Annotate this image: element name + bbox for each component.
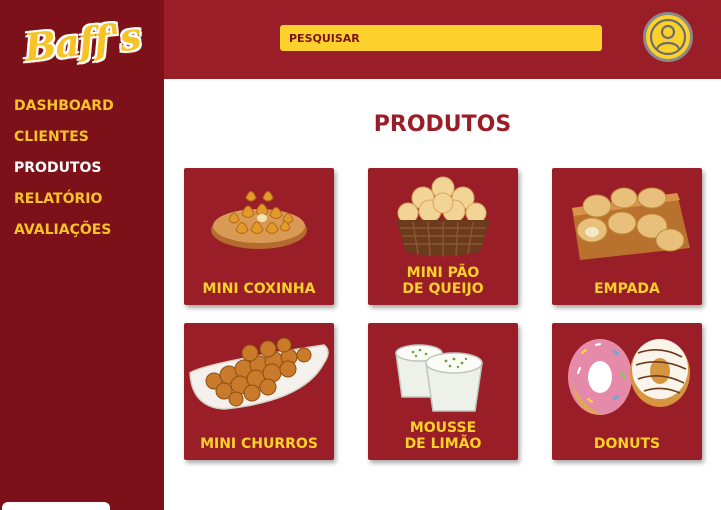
sidebar-item-clientes[interactable]: CLIENTES <box>14 127 114 158</box>
sidebar-item-dashboard[interactable]: DASHBOARD <box>14 96 114 127</box>
product-name: MINI CHURROS <box>200 436 318 452</box>
sidebar-item-avaliacoes[interactable]: AVALIAÇÕES <box>14 220 114 251</box>
donuts-image <box>568 339 690 415</box>
product-card-mini-coxinha[interactable]: MINI COXINHA <box>184 168 334 305</box>
product-card-donuts[interactable]: DONUTS <box>552 323 702 460</box>
mini-churros-image <box>189 337 329 410</box>
product-card-mini-pao-de-queijo[interactable]: MINI PÃO DE QUEIJO <box>368 168 518 305</box>
sidebar-item-produtos[interactable]: PRODUTOS <box>14 158 114 189</box>
mini-coxinha-image <box>211 191 307 249</box>
product-card-empada[interactable]: EMPADA <box>552 168 702 305</box>
mousse-de-limao-image <box>395 344 483 412</box>
product-name: MINI PÃO DE QUEIJO <box>402 265 484 297</box>
search-input[interactable]: PESQUISAR <box>280 25 602 51</box>
product-name: EMPADA <box>594 281 660 297</box>
search-placeholder: PESQUISAR <box>289 31 360 45</box>
empada-image <box>572 187 690 260</box>
logo-text: Baff's <box>21 12 143 70</box>
product-name: DONUTS <box>593 436 661 452</box>
product-card-mousse-de-limao[interactable]: MOUSSE DE LIMÃO <box>368 323 518 460</box>
sidebar: Baff's DASHBOARD CLIENTES PRODUTOS RELAT… <box>0 0 164 510</box>
top-header: PESQUISAR <box>164 0 721 79</box>
user-icon <box>649 18 687 56</box>
product-name: MINI COXINHA <box>202 281 316 297</box>
page-title: PRODUTOS <box>373 112 512 137</box>
sidebar-item-relatorio[interactable]: RELATÓRIO <box>14 189 114 220</box>
product-card-mini-churros[interactable]: MINI CHURROS <box>184 323 334 460</box>
sidebar-footer-card <box>2 502 110 510</box>
sidebar-nav: DASHBOARD CLIENTES PRODUTOS RELATÓRIO AV… <box>14 96 114 251</box>
product-name: MOUSSE DE LIMÃO <box>404 420 482 452</box>
brand-logo[interactable]: Baff's <box>21 12 143 70</box>
user-avatar-button[interactable] <box>643 12 693 62</box>
mini-pao-de-queijo-image <box>396 176 490 257</box>
